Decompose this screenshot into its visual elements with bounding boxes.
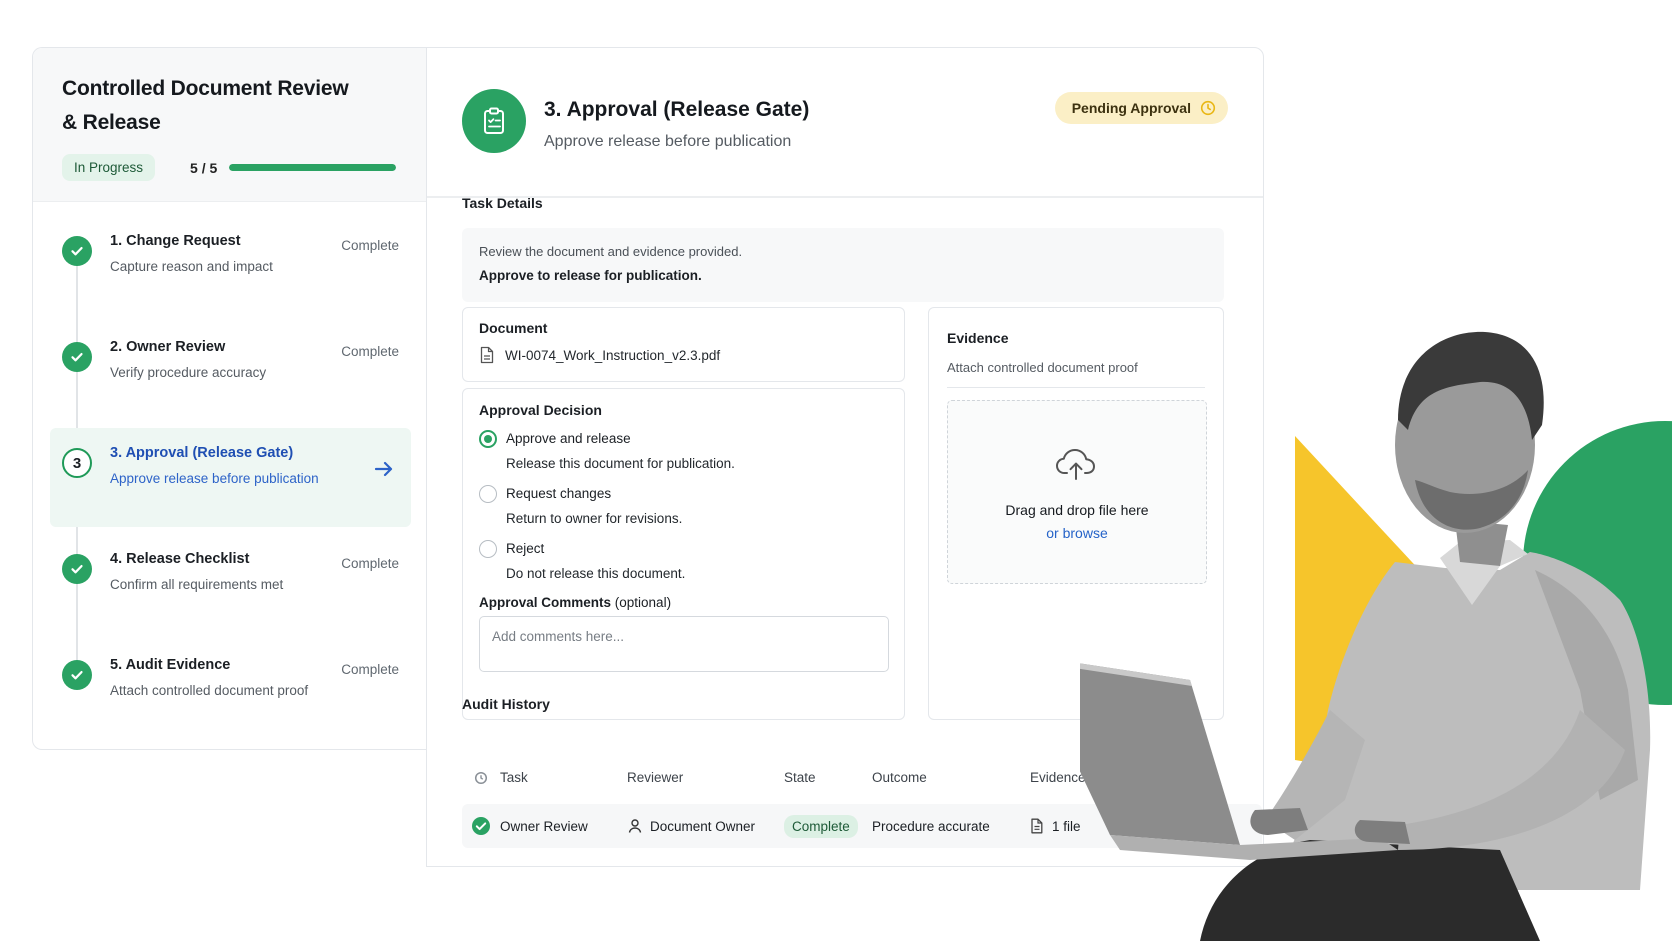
document-card: Document WI-0074_Work_Instruction_v2.3.p… [462, 307, 905, 382]
person-with-laptop-illustration [1080, 331, 1672, 941]
steps-list: 1. Change Request Capture reason and imp… [33, 202, 427, 746]
decision-option-approve[interactable]: Approve and release Release this documen… [479, 430, 888, 473]
decision-option-request-changes[interactable]: Request changes Return to owner for revi… [479, 485, 888, 528]
step-title: 3. Approval (Release Gate) [110, 445, 294, 461]
workflow-title: Controlled Document Review & Release [62, 77, 349, 134]
option-help: Do not release this document. [506, 566, 686, 581]
audit-outcome: Procedure accurate [872, 818, 990, 834]
task-instruction: Review the document and evidence provide… [479, 244, 743, 259]
state-badge: Complete [784, 814, 858, 838]
person-hand-left [1354, 820, 1410, 844]
progress-count: 5 / 5 [190, 159, 218, 176]
task-title: 3. Approval (Release Gate) [544, 98, 810, 121]
audit-reviewer: Document Owner [627, 818, 784, 834]
document-label: Document [479, 320, 548, 336]
step-state: Complete [341, 344, 399, 359]
clock-icon [1200, 100, 1216, 116]
column-header-state: State [784, 770, 816, 785]
check-icon [62, 660, 92, 690]
approval-comments-input[interactable] [479, 616, 889, 672]
step-state: Complete [341, 662, 399, 677]
workflow-header: Controlled Document Review & Release In … [33, 48, 427, 202]
approval-decision-card: Approval Decision Approve and release Re… [462, 388, 905, 720]
step-approval-release-gate[interactable]: 3 3. Approval (Release Gate) Approve rel… [50, 428, 411, 527]
workflow-steps-panel: Controlled Document Review & Release In … [32, 47, 427, 750]
step-release-checklist[interactable]: 4. Release Checklist Confirm all require… [33, 534, 427, 640]
file-icon [1031, 818, 1043, 834]
step-audit-evidence[interactable]: 5. Audit Evidence Attach controlled docu… [33, 640, 427, 746]
arrow-right-icon[interactable] [373, 458, 395, 480]
document-file-link[interactable]: WI-0074_Work_Instruction_v2.3.pdf [479, 346, 888, 364]
step-state: Complete [341, 556, 399, 571]
option-label: Approve and release [506, 431, 631, 446]
task-details-box: Review the document and evidence provide… [462, 228, 1224, 302]
document-filename: WI-0074_Work_Instruction_v2.3.pdf [505, 347, 721, 363]
laptop-lid [1080, 663, 1240, 845]
person-hand-right [1250, 808, 1308, 835]
status-badge: In Progress [62, 154, 156, 181]
option-help: Return to owner for revisions. [506, 511, 683, 526]
step-description: Approve release before publication [110, 471, 319, 486]
step-state: Complete [341, 238, 399, 253]
radio-request-changes[interactable] [479, 485, 497, 503]
check-icon [62, 342, 92, 372]
progress-bar [229, 164, 397, 171]
check-icon [62, 554, 92, 584]
step-owner-review[interactable]: 2. Owner Review Verify procedure accurac… [33, 322, 427, 428]
step-description: Confirm all requirements met [110, 577, 284, 592]
step-description: Capture reason and impact [110, 259, 273, 274]
approval-decision-label: Approval Decision [479, 402, 602, 418]
user-icon [628, 819, 642, 833]
task-details-label: Task Details [462, 195, 543, 211]
clipboard-icon [462, 89, 526, 153]
step-description: Attach controlled document proof [110, 683, 309, 698]
audit-history-label: Audit History [462, 696, 550, 712]
file-icon [480, 346, 494, 364]
check-icon [462, 816, 500, 836]
option-help: Release this document for publication. [506, 456, 735, 471]
task-subtitle: Approve release before publication [544, 133, 792, 150]
radio-approve[interactable] [479, 430, 497, 448]
progress-bar-fill [229, 164, 397, 171]
option-label: Reject [506, 541, 545, 556]
column-header-outcome: Outcome [872, 770, 927, 785]
step-description: Verify procedure accuracy [110, 365, 267, 380]
task-header: 3. Approval (Release Gate) Approve relea… [427, 48, 1263, 198]
option-label: Request changes [506, 486, 612, 501]
check-icon [62, 236, 92, 266]
audit-task: Owner Review [500, 818, 588, 834]
step-number-badge: 3 [62, 448, 92, 478]
history-icon [462, 771, 500, 785]
approval-comments-label: Approval Comments (optional) [479, 595, 672, 610]
column-header-reviewer: Reviewer [627, 770, 684, 785]
pending-approval-badge: Pending Approval [1054, 92, 1228, 124]
workflow-status-row: In Progress 5 / 5 [62, 154, 399, 181]
task-instruction-emphasis: Approve to release for publication. [479, 268, 702, 283]
radio-reject[interactable] [479, 540, 497, 558]
audit-state: Complete [784, 814, 872, 838]
decision-option-reject[interactable]: Reject Do not release this document. [479, 540, 888, 583]
badge-label: Pending Approval [1071, 100, 1191, 116]
step-change-request[interactable]: 1. Change Request Capture reason and imp… [33, 216, 427, 322]
column-header-task: Task [500, 770, 528, 785]
